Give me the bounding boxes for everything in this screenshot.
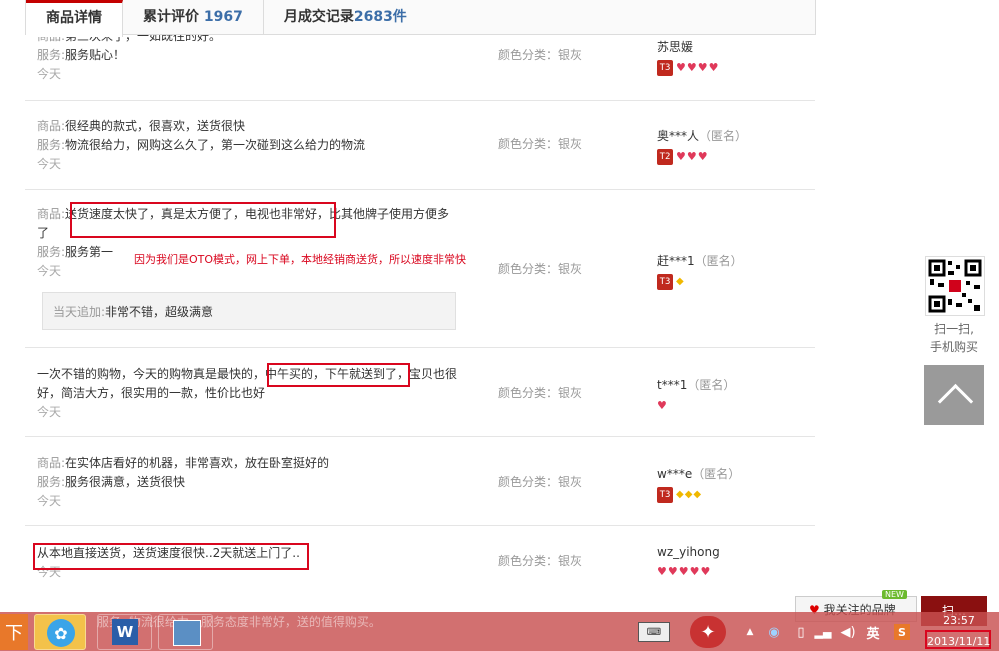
- heart-level-icon: ♥: [667, 565, 678, 578]
- start-download-icon[interactable]: 下: [0, 614, 28, 650]
- bird-icon: ✿: [47, 619, 75, 647]
- sogou-s-icon[interactable]: S: [894, 624, 910, 640]
- reviewer-badges: T3 ♥ ♥ ♥ ♥: [657, 60, 719, 76]
- review-sku: 颜色分类：银灰: [498, 554, 583, 568]
- heart-level-icon: ♥: [697, 150, 708, 163]
- reviewer: 苏思媛 T3 ♥ ♥ ♥ ♥: [657, 38, 719, 76]
- reviewer-name[interactable]: t***1: [657, 378, 687, 392]
- heart-level-icon: ♥: [676, 150, 686, 163]
- pinwheel-icon[interactable]: ✦: [690, 616, 726, 648]
- tab-product-detail[interactable]: 商品详情: [26, 0, 123, 37]
- diamond-level-icon: ◆: [693, 489, 702, 500]
- diamond-level-icon: ◆: [676, 276, 684, 287]
- review-row: 一次不错的购物，今天的购物真是最快的，中午买的，下午就送到了，宝贝也很 好，简洁…: [25, 348, 815, 437]
- signal-icon[interactable]: ▂▄: [815, 624, 832, 640]
- review-sku: 颜色分类：银灰: [498, 475, 583, 489]
- review-date: 今天: [37, 67, 62, 81]
- tray-expand-icon[interactable]: ▲: [744, 626, 756, 638]
- reviewer-name[interactable]: w***e: [657, 467, 692, 481]
- heart-level-icon: ♥: [678, 565, 689, 578]
- reviewer-name[interactable]: 赶***1: [657, 254, 695, 268]
- tab-reviews[interactable]: 累计评价 1967: [123, 0, 264, 34]
- heart-level-icon: ♥: [686, 61, 697, 74]
- review-row: 从本地直接送货，送货速度很快..2天就送上门了.. 今天 颜色分类：银灰 wz_…: [25, 526, 815, 600]
- highlight-box: [267, 363, 410, 387]
- review-row: 商品:很经典的款式，很喜欢，送货很快 服务:物流很给力，网购这么久了，第一次碰到…: [25, 101, 815, 190]
- review-date: 今天: [37, 494, 62, 508]
- reviewer-badges: T3 ◆ ◆ ◆: [657, 487, 740, 503]
- review-content: 一次不错的购物，今天的购物真是最快的，中午买的，下午就送到了，宝贝也很 好，简洁…: [37, 365, 477, 422]
- qr-code[interactable]: [925, 256, 985, 316]
- review-sku: 颜色分类：银灰: [498, 48, 583, 62]
- review-date: 今天: [37, 157, 62, 171]
- tmall-t3-icon: T3: [657, 487, 673, 503]
- diamond-level-icon: ◆: [676, 489, 684, 500]
- phone-icon[interactable]: ▯: [795, 623, 807, 641]
- tab-monthly-sales[interactable]: 月成交记录2683件: [264, 0, 427, 34]
- taskbar-app-qq[interactable]: ✿: [34, 614, 86, 650]
- tmall-t3-icon: T2: [657, 149, 673, 165]
- reviewer-name[interactable]: wz_yihong: [657, 545, 720, 559]
- reviewer-badges: T3 ◆: [657, 274, 743, 290]
- heart-level-icon: ♥: [689, 565, 700, 578]
- heart-level-icon: ♥: [657, 565, 667, 578]
- review-sku: 颜色分类：银灰: [498, 262, 583, 276]
- network-globe-icon[interactable]: ◉: [766, 624, 782, 640]
- ime-indicator[interactable]: 英: [865, 624, 881, 642]
- review-content: 商品:很经典的款式，很喜欢，送货很快 服务:物流很给力，网购这么久了，第一次碰到…: [37, 117, 477, 174]
- review-line-service: 服务:服务贴心！: [37, 48, 126, 62]
- heart-level-icon: ♥: [708, 61, 719, 74]
- word-icon: W: [112, 619, 138, 645]
- tmall-t3-icon: T3: [657, 274, 673, 290]
- review-sku: 颜色分类：银灰: [498, 137, 583, 151]
- chevron-up-icon: [937, 383, 974, 420]
- qr-caption: 扫一扫, 手机购买: [929, 322, 978, 354]
- reviewer-badges: T2 ♥ ♥ ♥: [657, 149, 747, 165]
- highlight-box: [70, 202, 336, 238]
- new-badge: NEW: [882, 590, 907, 599]
- heart-level-icon: ♥: [657, 399, 667, 412]
- reviewer: w***e（匿名） T3 ◆ ◆ ◆: [657, 465, 740, 503]
- review-append: 当天追加:非常不错，超级满意: [42, 292, 456, 330]
- reviewer: 奥***人（匿名） T2 ♥ ♥ ♥: [657, 129, 748, 165]
- reviewer: wz_yihong ♥ ♥ ♥ ♥ ♥: [657, 545, 720, 580]
- heart-level-icon: ♥: [676, 61, 686, 74]
- speaker-icon[interactable]: ◀): [840, 624, 856, 640]
- review-row: 商品:送货速度太快了，真是太方便了，电视也非常好，比其他牌子使用方便多 了 服务…: [25, 190, 815, 348]
- reviewer-name[interactable]: 奥***人: [657, 129, 699, 143]
- keyboard-icon[interactable]: ⌨: [638, 622, 670, 642]
- detail-tabs: 商品详情 累计评价 1967 月成交记录2683件: [25, 0, 816, 37]
- review-row: 商品:在实体店看好的机器，非常喜欢，放在卧室挺好的 服务:服务很满意，送货很快 …: [25, 437, 815, 526]
- clock-time[interactable]: 23:57: [928, 614, 990, 627]
- reviewer-badges: ♥: [657, 398, 735, 414]
- back-to-top-button[interactable]: [924, 365, 984, 425]
- review-sku: 颜色分类：银灰: [498, 386, 583, 400]
- heart-level-icon: ♥: [697, 61, 708, 74]
- taskbar-app-photos[interactable]: [158, 614, 213, 650]
- review-date: 今天: [37, 405, 62, 419]
- qr-code-icon: [928, 259, 982, 313]
- review-content: 商品:在实体店看好的机器，非常喜欢，放在卧室挺好的 服务:服务很满意，送货很快 …: [37, 454, 477, 511]
- reviewer: t***1（匿名） ♥: [657, 378, 736, 414]
- highlight-box: [33, 543, 309, 570]
- picture-icon: [173, 620, 201, 646]
- diamond-level-icon: ◆: [684, 489, 693, 500]
- taskbar-app-word[interactable]: W: [97, 614, 152, 650]
- tmall-t3-icon: T3: [657, 60, 673, 76]
- reviewer: 赶***1（匿名） T3 ◆: [657, 252, 743, 290]
- reviewer-name[interactable]: 苏思媛: [657, 40, 693, 54]
- seller-annotation: 因为我们是OTO模式，网上下单，本地经销商送货，所以速度非常快: [134, 253, 467, 266]
- clock-date[interactable]: 2013/11/11: [925, 630, 991, 649]
- reviewer-badges: ♥ ♥ ♥ ♥ ♥: [657, 564, 720, 580]
- heart-level-icon: ♥: [686, 150, 697, 163]
- heart-level-icon: ♥: [700, 565, 711, 578]
